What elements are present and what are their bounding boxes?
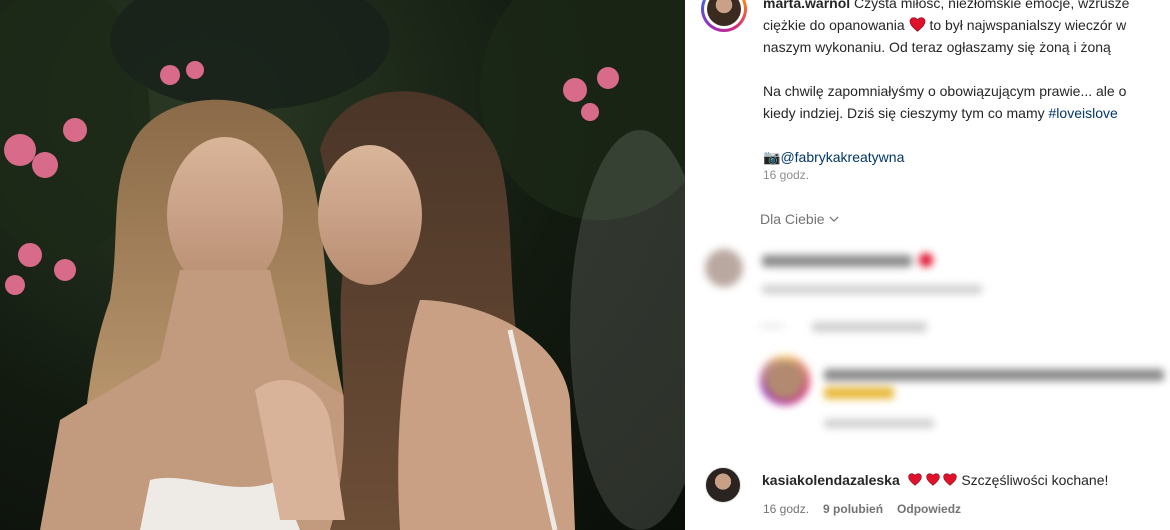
comment-text: Szczęśliwości kochane! [961,472,1109,488]
post-timestamp[interactable]: 16 godz. [763,168,809,182]
comment-item: kasiakolendazaleska Szczęśliwości kochan… [705,463,1170,523]
camera-icon: 📷 [763,149,781,165]
comment-filter-dropdown[interactable]: Dla Ciebie [760,211,839,227]
commenter-avatar[interactable] [705,467,741,503]
hashtag-link[interactable]: #loveislove [1049,105,1118,121]
blurred-view-replies [760,322,960,334]
heart-icon [925,473,940,486]
heart-icon [909,17,925,32]
comment-username[interactable]: kasiakolendazaleska [762,472,900,488]
mention-link[interactable]: @fabrykakreatywna [780,149,904,165]
caption-line-2a: ciężkie do opanowania [763,17,905,33]
comments-panel: marta.warnol Czysta miłość, niezłomskie … [685,0,1170,530]
comment-likes[interactable]: 9 polubień [823,502,883,516]
caption-line-4: Na chwilę zapomniałyśmy o obowiązującym … [763,83,1127,99]
comment-hearts [907,472,962,488]
reply-button[interactable]: Odpowiedz [897,502,961,516]
chevron-down-icon [829,216,839,222]
caption-line-3: naszym wykonaniu. Od teraz ogłaszamy się… [763,39,1111,55]
post-caption: marta.warnol Czysta miłość, niezłomskie … [763,0,1170,168]
heart-icon [907,473,922,486]
post-photo [0,0,685,530]
caption-line-1: Czysta miłość, niezłomskie emocje, wzrus… [854,0,1130,11]
caption-author[interactable]: marta.warnol [763,0,850,11]
photo-illustration [0,0,685,530]
blurred-reply [760,355,1170,435]
author-avatar[interactable] [701,0,747,32]
comment-meta: 16 godz. 9 polubień Odpowiedz [763,502,961,516]
heart-icon [943,473,958,486]
comment-time[interactable]: 16 godz. [763,502,809,516]
caption-line-2b: to był najwspanialszy wieczór w [929,17,1127,33]
caption-line-5: kiedy indziej. Dziś się cieszymy tym co … [763,105,1045,121]
blurred-comment-1 [705,247,1165,307]
filter-label: Dla Ciebie [760,211,825,227]
